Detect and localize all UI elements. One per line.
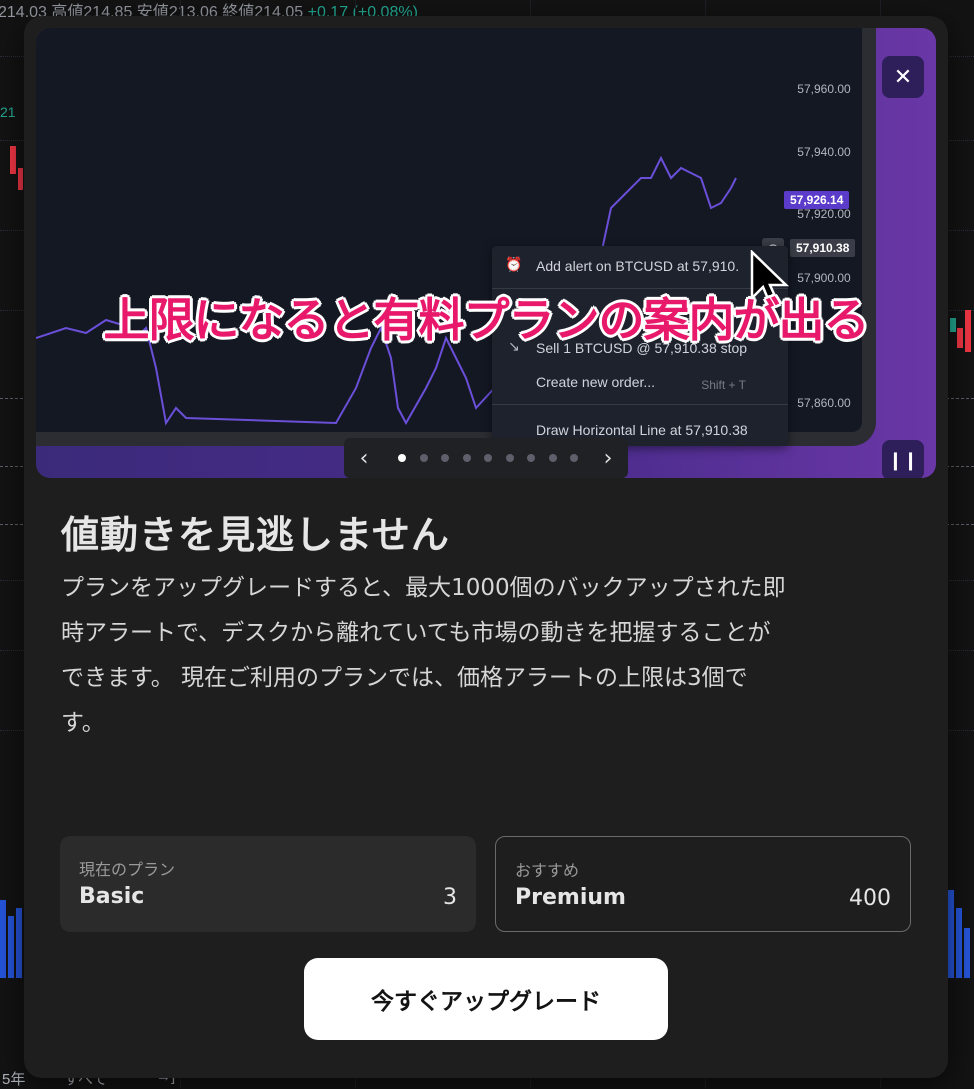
upgrade-now-button[interactable]: 今すぐアップグレード	[304, 958, 668, 1040]
carousel-pager: ‹ ›	[344, 438, 628, 478]
description-line: できます。 現在ご利用のプランでは、価格アラートの上限は3個で	[61, 665, 748, 691]
upgrade-modal: 57,960.00 57,940.00 57,920.00 57,900.00 …	[24, 16, 948, 1078]
candle	[10, 146, 16, 174]
price-scale-label: 57,940.00	[797, 145, 851, 159]
price-scale-label: 57,920.00	[797, 207, 851, 221]
cursor-price-tag: 57,910.38	[790, 239, 856, 257]
carousel-dot[interactable]	[441, 454, 449, 462]
volume-bar	[0, 900, 6, 978]
range-5y-button[interactable]: 5年	[2, 1068, 25, 1089]
plan-caption: 現在のプラン	[79, 860, 176, 879]
carousel-dot[interactable]	[462, 454, 471, 462]
menu-shortcut: Shift + T	[701, 378, 746, 392]
carousel-dot[interactable]	[570, 454, 578, 462]
price-scale-label: 57,860.00	[797, 396, 851, 410]
description-line: プランをアップグレードすると、最大1000個のバックアップされた即	[61, 575, 786, 601]
current-plan-card: 現在のプラン Basic 3	[60, 836, 476, 932]
carousel-dot[interactable]	[527, 454, 535, 462]
next-slide-button[interactable]: ›	[594, 444, 622, 472]
candle	[957, 328, 963, 348]
alert-price-tag: 57,926.14	[784, 191, 850, 209]
alarm-clock-icon: ⏰	[505, 256, 523, 272]
plan-name: Premium	[515, 885, 626, 910]
candle	[18, 168, 23, 190]
carousel-dot[interactable]	[484, 454, 492, 462]
modal-description: プランをアップグレードすると、最大1000個のバックアップされた即 時アラートで…	[61, 566, 911, 746]
menu-divider	[492, 404, 788, 405]
plan-alert-limit: 400	[849, 886, 891, 911]
menu-item-draw-line: Draw Horizontal Line at 57,910.38	[536, 422, 748, 438]
side-value: 21	[0, 104, 16, 120]
carousel-dot[interactable]	[398, 454, 406, 462]
hero-carousel: 57,960.00 57,940.00 57,920.00 57,900.00 …	[36, 28, 936, 478]
volume-bar	[956, 908, 962, 978]
recommended-plan-card[interactable]: おすすめ Premium 400	[495, 836, 911, 932]
price-scale-label: 57,900.00	[797, 271, 851, 285]
close-button[interactable]: ✕	[882, 56, 924, 98]
description-line: 時アラートで、デスクから離れていても市場の動きを把握することが	[61, 620, 771, 646]
pause-button[interactable]: ❙❙	[882, 440, 924, 478]
overlay-caption: 上限になると有料プランの案内が出る	[103, 293, 870, 347]
modal-title: 値動きを見逃しません	[61, 513, 450, 557]
plan-caption: おすすめ	[515, 861, 580, 880]
volume-bar	[964, 928, 970, 978]
prev-slide-button[interactable]: ‹	[350, 444, 378, 472]
volume-bar	[16, 908, 22, 978]
volume-bar	[8, 916, 14, 978]
price-scale-label: 57,960.00	[797, 82, 851, 96]
candle	[950, 318, 956, 332]
volume-bar	[948, 890, 954, 978]
menu-item-create-order: Create new order...	[536, 374, 656, 390]
close-icon: ✕	[893, 64, 913, 90]
pause-icon: ❙❙	[887, 449, 919, 471]
carousel-dot[interactable]	[505, 454, 514, 462]
description-line: す。	[61, 710, 105, 736]
menu-item-add-alert: Add alert on BTCUSD at 57,910.	[536, 258, 740, 274]
candle	[965, 310, 971, 352]
carousel-dot[interactable]	[419, 454, 428, 462]
carousel-dot[interactable]	[548, 454, 557, 462]
plan-name: Basic	[79, 884, 145, 909]
plan-alert-limit: 3	[443, 885, 457, 910]
